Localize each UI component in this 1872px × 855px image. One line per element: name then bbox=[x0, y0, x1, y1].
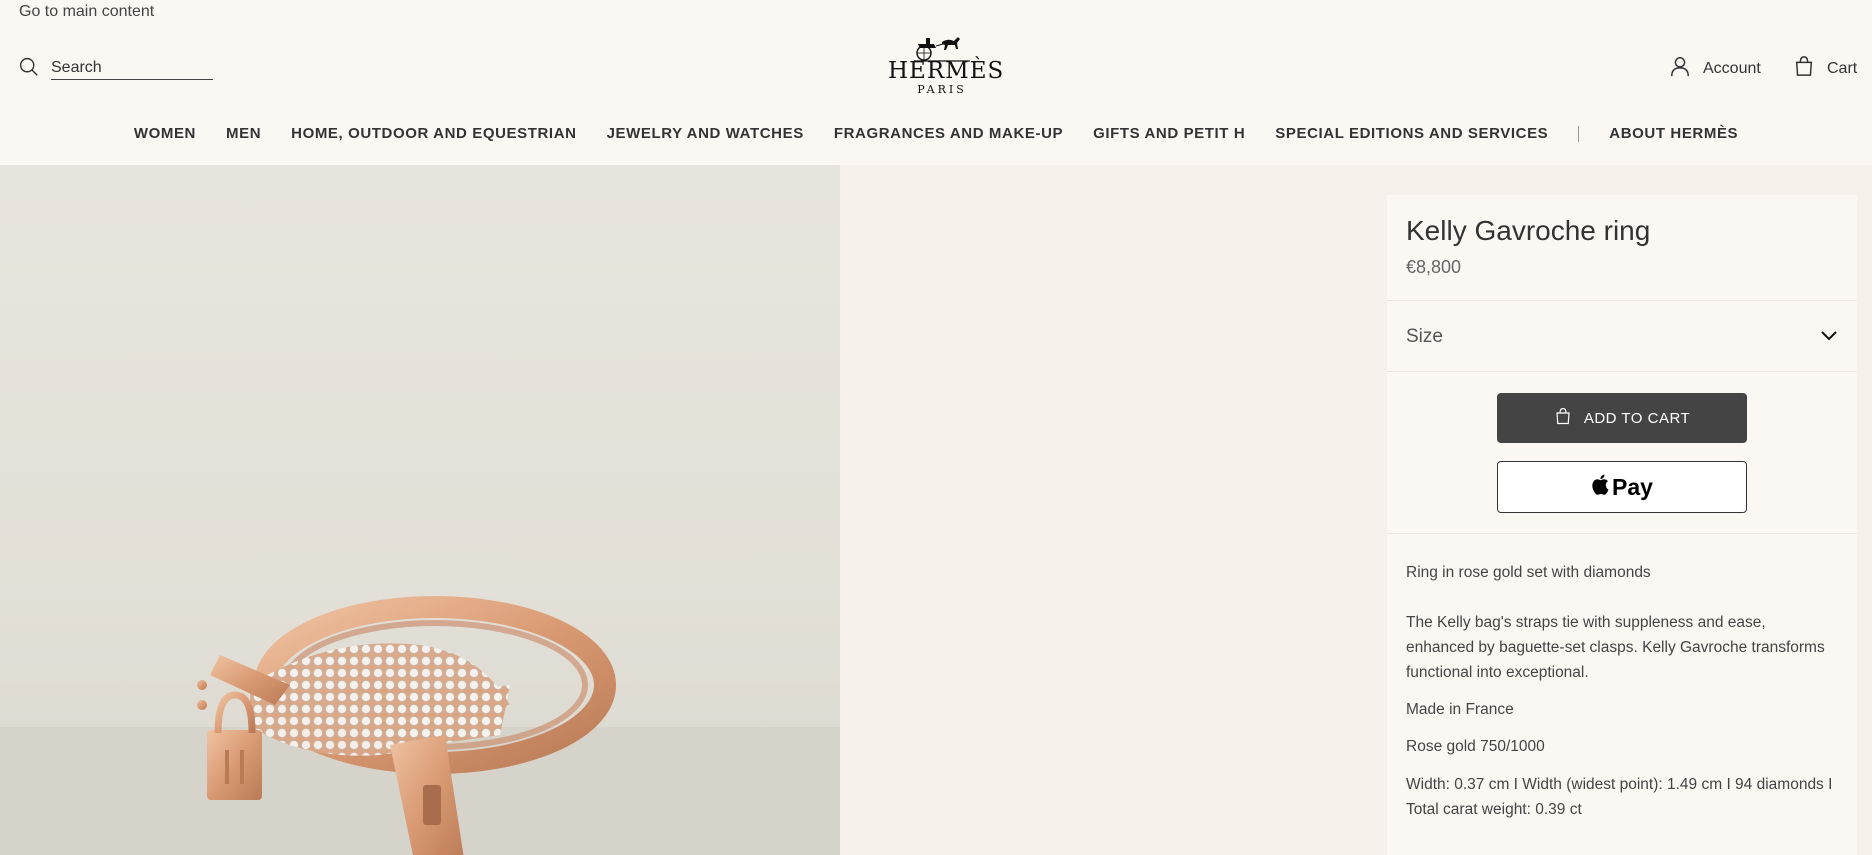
main-navigation: WOMEN MEN HOME, OUTDOOR AND EQUESTRIAN J… bbox=[0, 125, 1872, 142]
hermes-logo[interactable]: HERMÈS PARIS bbox=[888, 32, 1005, 100]
logo-wordmark: HERMÈS bbox=[888, 58, 1005, 84]
nav-divider bbox=[1578, 125, 1580, 142]
product-details-panel: Kelly Gavroche ring €8,800 Size ADD TO C… bbox=[1387, 195, 1857, 855]
apple-icon bbox=[1591, 474, 1609, 501]
short-description: Ring in rose gold set with diamonds bbox=[1406, 564, 1651, 581]
account-link[interactable]: Account bbox=[1669, 55, 1761, 82]
shopping-bag-icon bbox=[1793, 55, 1815, 82]
nav-item-fragrances-makeup[interactable]: FRAGRANCES AND MAKE-UP bbox=[834, 125, 1063, 142]
shopping-bag-icon bbox=[1554, 407, 1572, 429]
product-image[interactable] bbox=[0, 165, 840, 855]
long-description: The Kelly bag's straps tie with supplene… bbox=[1406, 614, 1825, 681]
cart-link[interactable]: Cart bbox=[1793, 55, 1857, 82]
nav-item-men[interactable]: MEN bbox=[226, 125, 261, 142]
nav-item-home-outdoor-equestrian[interactable]: HOME, OUTDOOR AND EQUESTRIAN bbox=[291, 125, 576, 142]
apple-pay-button[interactable]: Pay bbox=[1497, 461, 1747, 513]
nav-item-women[interactable]: WOMEN bbox=[134, 125, 196, 142]
nav-item-special-editions-services[interactable]: SPECIAL EDITIONS AND SERVICES bbox=[1275, 125, 1548, 142]
add-to-cart-label: ADD TO CART bbox=[1583, 409, 1691, 427]
origin-text: Made in France bbox=[1406, 701, 1514, 718]
ring-illustration bbox=[197, 596, 616, 855]
divider bbox=[1387, 300, 1857, 301]
nav-item-gifts-petit-h[interactable]: GIFTS AND PETIT H bbox=[1093, 125, 1245, 142]
search-input[interactable]: Search bbox=[51, 59, 213, 80]
skip-to-content-link[interactable]: Go to main content bbox=[19, 3, 154, 21]
search-box[interactable]: Search bbox=[18, 56, 213, 82]
account-label: Account bbox=[1703, 59, 1761, 77]
divider bbox=[1387, 371, 1857, 372]
material-text: Rose gold 750/1000 bbox=[1406, 738, 1545, 755]
size-selector[interactable]: Size bbox=[1406, 326, 1838, 348]
logo-subtitle: PARIS bbox=[917, 83, 967, 96]
cart-label: Cart bbox=[1827, 59, 1858, 77]
nav-item-about-hermes[interactable]: ABOUT HERMÈS bbox=[1609, 125, 1738, 142]
dimensions-text: Width: 0.37 cm I Width (widest point): 1… bbox=[1406, 776, 1833, 818]
size-label: Size bbox=[1406, 326, 1443, 347]
product-price: €8,800 bbox=[1406, 257, 1462, 277]
search-icon[interactable] bbox=[18, 56, 39, 82]
person-icon bbox=[1669, 55, 1691, 82]
chevron-down-icon[interactable] bbox=[1820, 326, 1838, 348]
nav-item-jewelry-watches[interactable]: JEWELRY AND WATCHES bbox=[607, 125, 804, 142]
add-to-cart-button[interactable]: ADD TO CART bbox=[1497, 393, 1747, 443]
site-header: Go to main content Search HERMÈS PARIS A… bbox=[0, 0, 1872, 165]
divider bbox=[1387, 533, 1857, 534]
product-title: Kelly Gavroche ring bbox=[1406, 215, 1651, 246]
apple-pay-label: Pay bbox=[1612, 473, 1653, 500]
